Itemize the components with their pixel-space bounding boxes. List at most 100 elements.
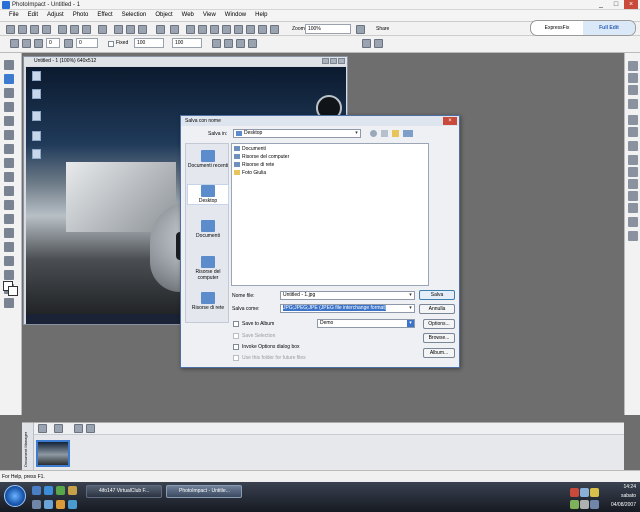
up-folder-icon[interactable]: [381, 130, 388, 137]
place-documents[interactable]: Documenti: [187, 220, 229, 239]
print-icon[interactable]: [70, 25, 79, 34]
file-list[interactable]: Documenti Risorse del computer Risorse d…: [231, 143, 429, 286]
subtract-icon[interactable]: [34, 39, 43, 48]
expressfix-button[interactable]: ExpressFix: [531, 21, 583, 35]
place-network[interactable]: Risorse di rete: [187, 292, 229, 311]
selection-tool-icon[interactable]: [4, 74, 14, 84]
list-item[interactable]: Risorse di rete: [234, 162, 274, 169]
width-field[interactable]: 100: [134, 38, 164, 48]
paste-icon[interactable]: [138, 25, 147, 34]
tray-update-icon[interactable]: [570, 500, 579, 509]
gallery-panel-icon[interactable]: [628, 179, 638, 189]
plus-icon[interactable]: [10, 39, 19, 48]
play-icon[interactable]: [38, 424, 47, 433]
object-panel-icon[interactable]: [628, 99, 638, 109]
firefox-icon[interactable]: [56, 500, 65, 509]
transform-icon[interactable]: [248, 39, 257, 48]
save-button[interactable]: Salva: [419, 290, 455, 300]
share-button[interactable]: Share: [368, 25, 389, 34]
redo-icon[interactable]: [170, 25, 179, 34]
dialog-close-button[interactable]: ×: [443, 117, 457, 125]
menu-adjust[interactable]: Adjust: [47, 10, 64, 21]
brush-tool-icon[interactable]: [4, 172, 14, 182]
feather-icon[interactable]: [236, 39, 245, 48]
easy-palette-icon[interactable]: [628, 85, 638, 95]
panel-icon[interactable]: [362, 39, 371, 48]
menu-photo[interactable]: Photo: [73, 10, 89, 21]
save-in-select[interactable]: Desktop ▾: [233, 129, 361, 138]
capture-icon[interactable]: [186, 25, 195, 34]
wand-tool-icon[interactable]: [4, 102, 14, 112]
tray-volume-icon[interactable]: [590, 488, 599, 497]
tray-network-icon[interactable]: [580, 488, 589, 497]
tray-device-icon[interactable]: [580, 500, 589, 509]
maximize-button[interactable]: □: [609, 0, 623, 9]
invoke-options-checkbox[interactable]: [233, 344, 239, 350]
quick-command-icon[interactable]: [628, 127, 638, 137]
tray-security-icon[interactable]: [570, 488, 579, 497]
color-icon[interactable]: [246, 25, 255, 34]
menu-effect[interactable]: Effect: [97, 10, 112, 21]
height-field[interactable]: 100: [172, 38, 202, 48]
hand-tool-icon[interactable]: [4, 270, 14, 280]
menu-object[interactable]: Object: [155, 10, 172, 21]
taskbar-button-virtualclub[interactable]: 4ifo147 VirtualClub F...: [86, 485, 162, 498]
history-panel-icon[interactable]: [628, 115, 638, 125]
circle-icon[interactable]: [64, 39, 73, 48]
save-icon[interactable]: [42, 25, 51, 34]
zoom-select[interactable]: 100%: [305, 24, 351, 34]
text-tool-icon[interactable]: [4, 116, 14, 126]
open-icon[interactable]: [18, 25, 27, 34]
menu-selection[interactable]: Selection: [122, 10, 147, 21]
shape-tool-icon[interactable]: [4, 228, 14, 238]
resize-icon[interactable]: [222, 25, 231, 34]
camera-icon[interactable]: [198, 25, 207, 34]
switch-windows-icon[interactable]: [32, 500, 41, 509]
cancel-button[interactable]: Annulla: [419, 304, 455, 314]
image-minimize-icon[interactable]: [322, 58, 329, 64]
ie-icon[interactable]: [44, 486, 53, 495]
view-menu-icon[interactable]: [403, 130, 413, 137]
fit-icon[interactable]: [356, 25, 365, 34]
tools-icon[interactable]: [74, 424, 83, 433]
copy-icon[interactable]: [126, 25, 135, 34]
menu-file[interactable]: File: [9, 10, 19, 21]
menu-view[interactable]: View: [203, 10, 216, 21]
enhance-icon[interactable]: [234, 25, 243, 34]
menu-edit[interactable]: Edit: [28, 10, 38, 21]
select-all-icon[interactable]: [212, 39, 221, 48]
crop-tool-icon[interactable]: [4, 130, 14, 140]
pen-tool-icon[interactable]: [4, 242, 14, 252]
clock-time[interactable]: 14:24: [623, 484, 636, 491]
list-item[interactable]: Risorse del computer: [234, 154, 289, 161]
album-select[interactable]: Demo ▾: [317, 319, 415, 328]
browse-button[interactable]: Browse...: [423, 333, 455, 343]
transform-tool-icon[interactable]: [4, 144, 14, 154]
image-maximize-icon[interactable]: [330, 58, 337, 64]
copy-doc-icon[interactable]: [86, 424, 95, 433]
messenger-icon[interactable]: [44, 500, 53, 509]
undo-icon[interactable]: [156, 25, 165, 34]
menu-window[interactable]: Window: [225, 10, 246, 21]
settings-panel-icon[interactable]: [628, 231, 638, 241]
clone-tool-icon[interactable]: [4, 186, 14, 196]
background-color-swatch[interactable]: [8, 286, 18, 296]
image-close-icon[interactable]: [338, 58, 345, 64]
soft-edge-field[interactable]: 0: [76, 38, 98, 48]
list-item[interactable]: Foto Giulia: [234, 170, 266, 177]
effect-icon[interactable]: [270, 25, 279, 34]
show-desktop-icon[interactable]: [32, 486, 41, 495]
shape-field[interactable]: 0: [46, 38, 60, 48]
film-icon[interactable]: [258, 25, 267, 34]
ruler-tool-icon[interactable]: [4, 298, 14, 308]
place-recent[interactable]: Documenti recenti: [187, 150, 229, 169]
close-button[interactable]: ×: [624, 0, 638, 9]
view-mode-icon[interactable]: [54, 424, 63, 433]
new-folder-icon[interactable]: [392, 130, 399, 137]
app-quick-icon[interactable]: [68, 486, 77, 495]
navigator-icon[interactable]: [628, 141, 638, 151]
taskbar-button-photoimpact[interactable]: PhotoImpact - Untitle...: [166, 485, 242, 498]
place-computer[interactable]: Risorse del computer: [187, 256, 229, 281]
fill-tool-icon[interactable]: [4, 158, 14, 168]
material-panel-icon[interactable]: [628, 191, 638, 201]
